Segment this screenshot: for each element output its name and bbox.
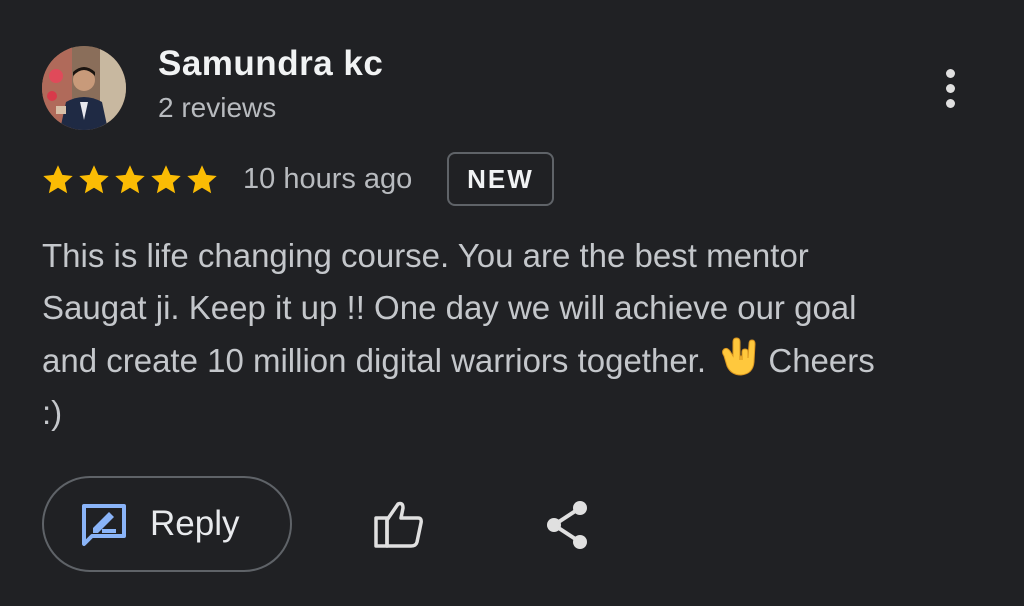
review-line: This is life changing course. You are th… <box>42 237 809 274</box>
love-you-gesture-emoji <box>722 337 756 376</box>
review-text: This is life changing course. You are th… <box>42 230 992 439</box>
review-line-text: Cheers <box>768 342 875 379</box>
share-button[interactable] <box>542 498 594 552</box>
like-button[interactable] <box>370 498 428 550</box>
star-icon <box>115 165 145 194</box>
more-vert-icon <box>945 68 955 108</box>
star-icon <box>187 165 217 194</box>
more-options-button[interactable] <box>926 60 974 116</box>
review-line: and create 10 million digital warriors t… <box>42 334 992 387</box>
reviewer-review-count: 2 reviews <box>158 92 277 123</box>
rate-review-icon <box>82 504 126 546</box>
new-badge: NEW <box>447 152 554 206</box>
review-line: :) <box>42 394 63 431</box>
share-icon <box>547 501 587 549</box>
review-timestamp: 10 hours ago <box>243 163 413 195</box>
reply-label: Reply <box>150 504 240 543</box>
star-icon <box>151 165 181 194</box>
reviewer-name[interactable]: Samundra kc <box>158 44 383 84</box>
thumb-up-icon <box>374 501 423 548</box>
review-line: Saugat ji. Keep it up !! One day we will… <box>42 289 857 326</box>
review-line-text: and create 10 million digital warriors t… <box>42 342 707 379</box>
star-rating <box>40 160 220 200</box>
reply-button[interactable]: Reply <box>42 476 292 572</box>
reviewer-avatar[interactable] <box>42 46 126 130</box>
review-card: Samundra kc 2 reviews 10 hours ago NEW T… <box>0 0 1024 606</box>
avatar-photo <box>42 46 126 130</box>
star-icon <box>79 165 109 194</box>
star-icon <box>43 165 73 194</box>
